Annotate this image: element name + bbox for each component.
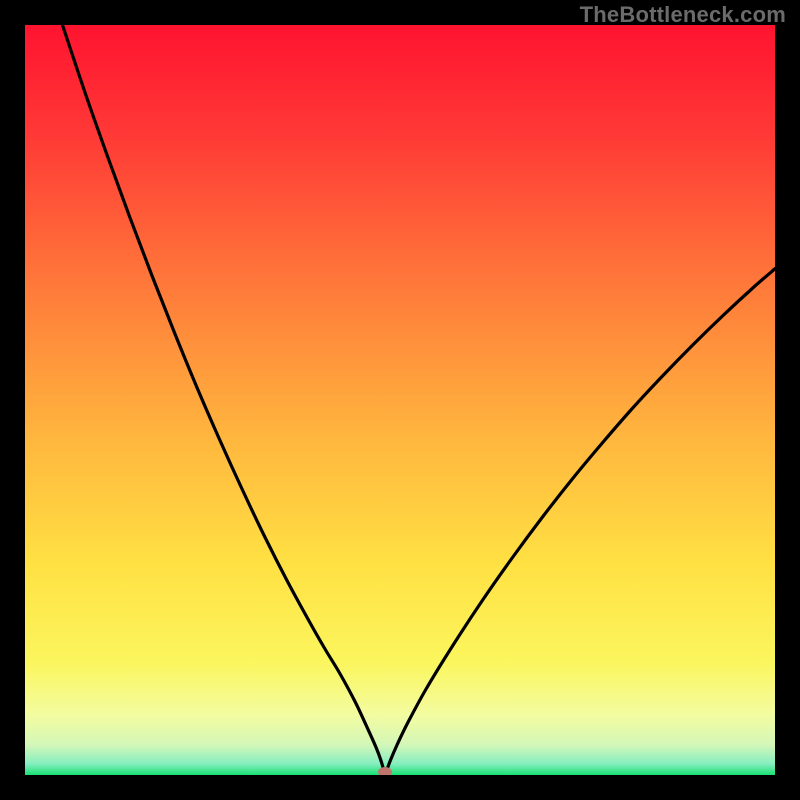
watermark-label: TheBottleneck.com xyxy=(580,2,786,28)
bottleneck-curve xyxy=(25,25,775,775)
plot-area xyxy=(25,25,775,775)
chart-frame: TheBottleneck.com xyxy=(0,0,800,800)
vertex-marker xyxy=(378,767,392,775)
